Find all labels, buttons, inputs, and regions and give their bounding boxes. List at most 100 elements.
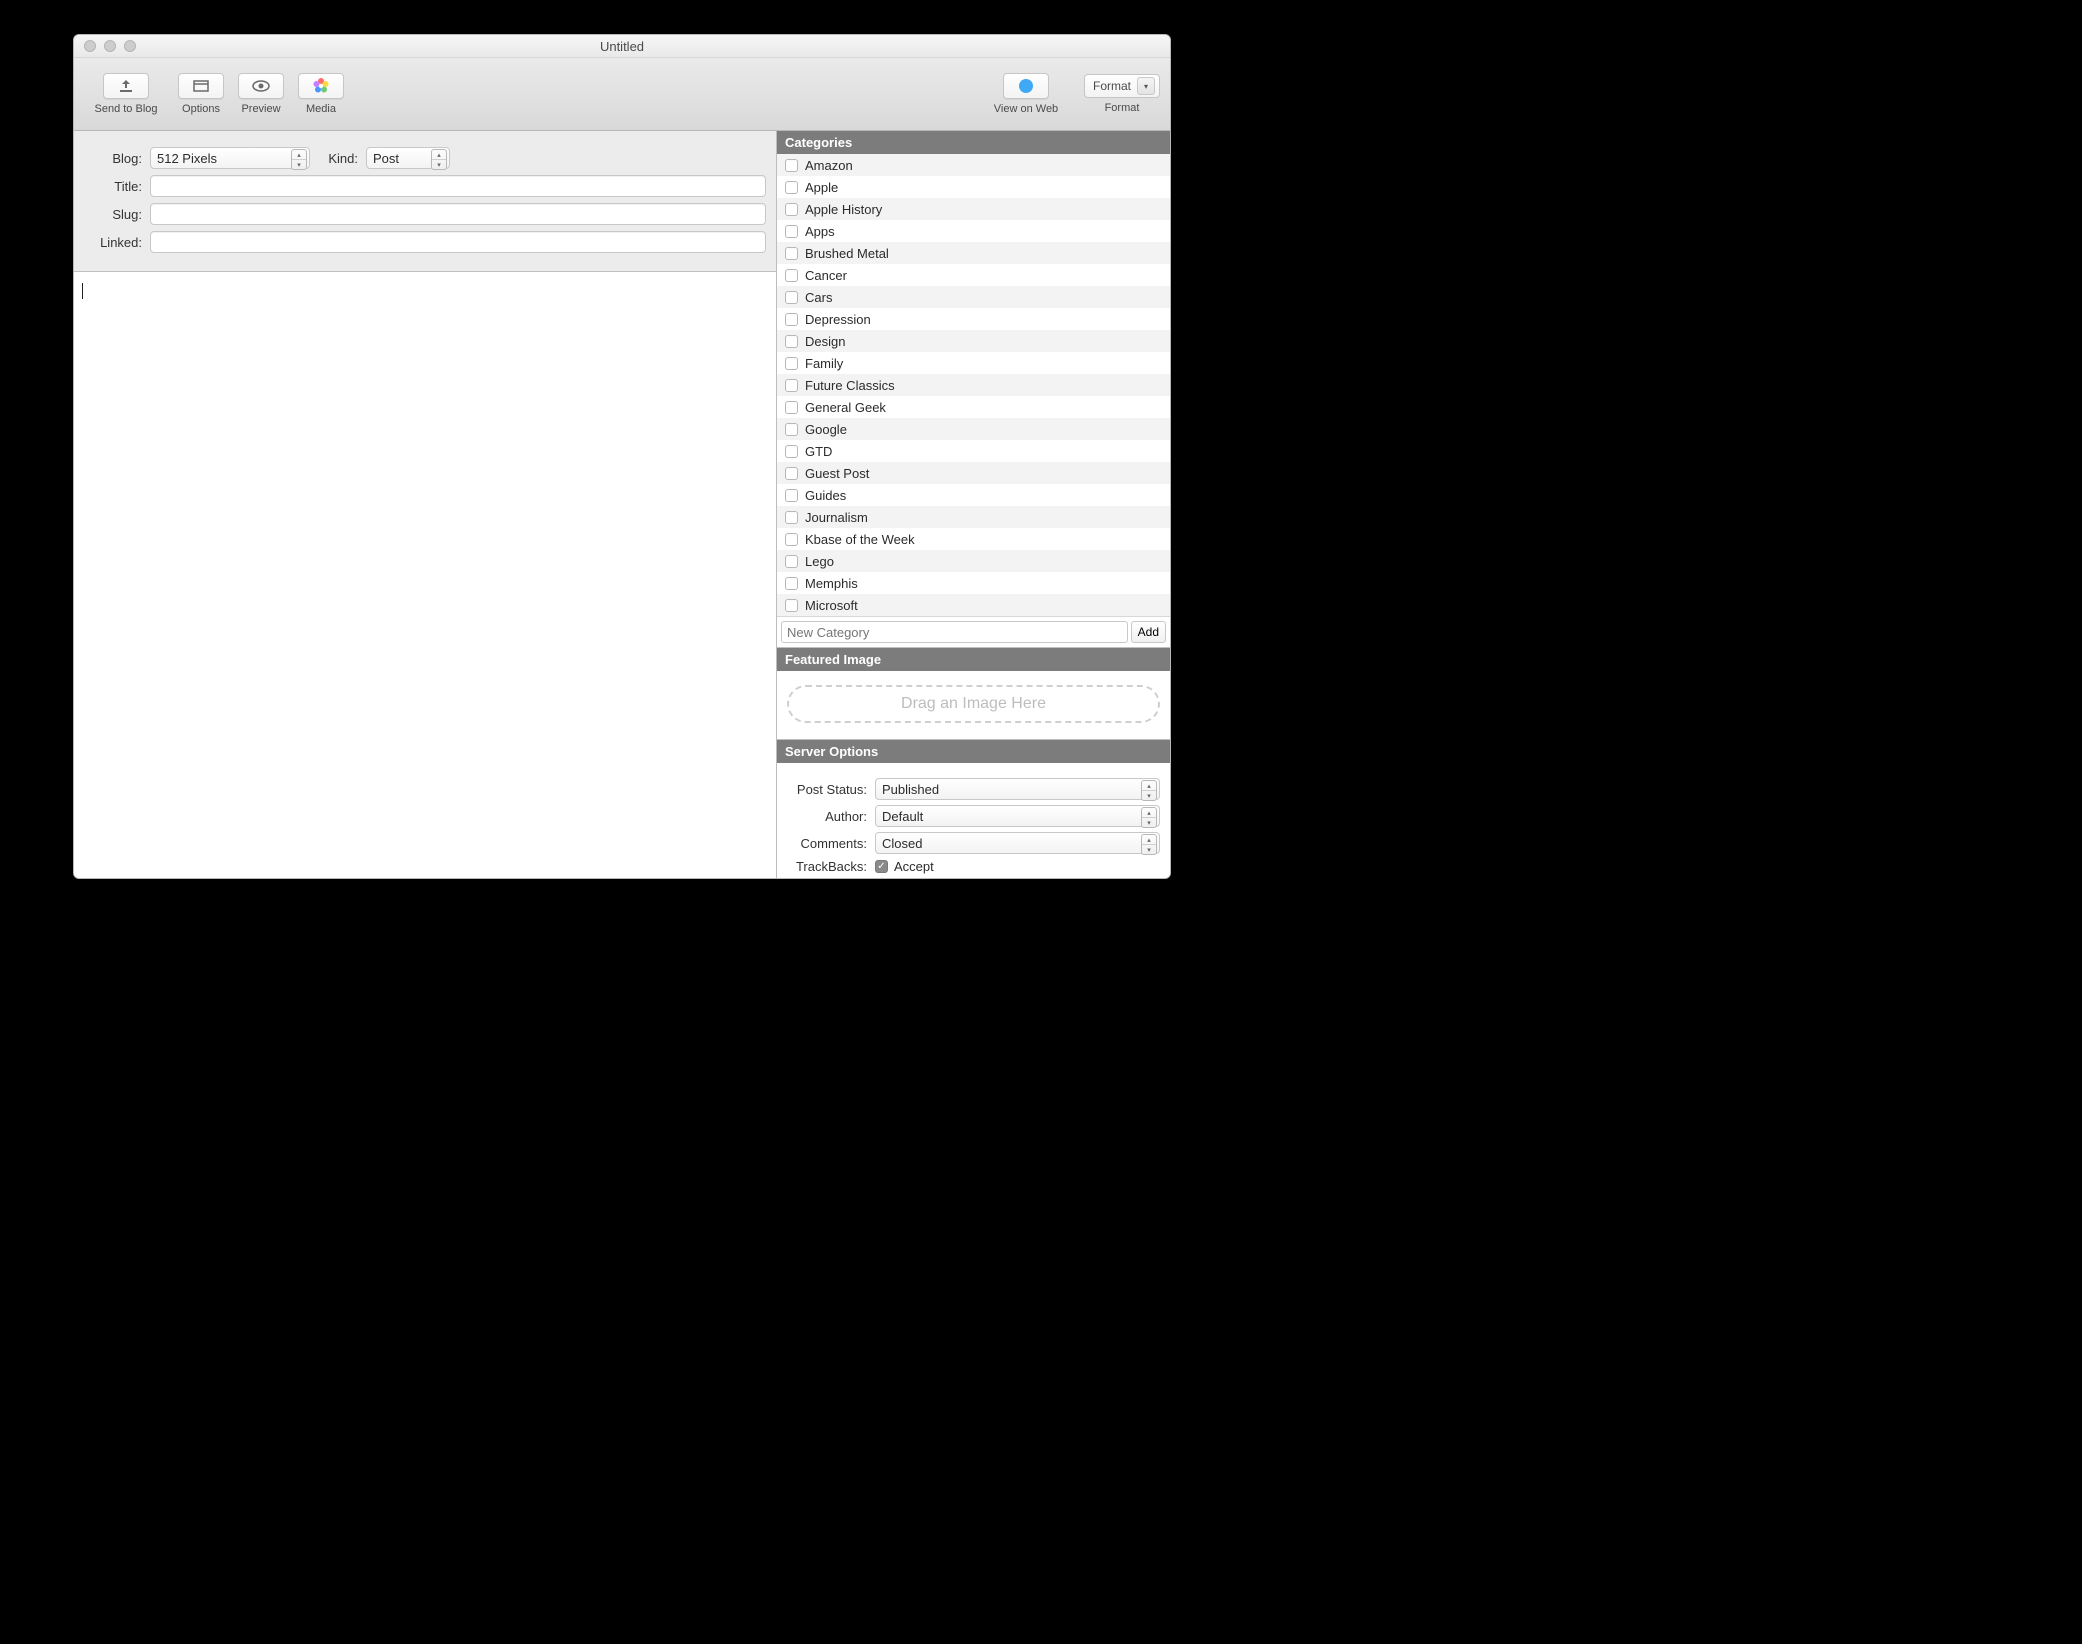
category-row[interactable]: Apple bbox=[777, 176, 1170, 198]
left-pane: Blog: 512 Pixels ▴▾ Kind: Post ▴▾ Title: bbox=[74, 131, 777, 879]
category-row[interactable]: Cars bbox=[777, 286, 1170, 308]
stepper-icon: ▴▾ bbox=[1141, 780, 1157, 801]
category-checkbox[interactable] bbox=[785, 423, 798, 436]
category-checkbox[interactable] bbox=[785, 225, 798, 238]
category-checkbox[interactable] bbox=[785, 379, 798, 392]
category-label: Depression bbox=[805, 312, 871, 327]
panel-icon bbox=[192, 79, 210, 93]
category-checkbox[interactable] bbox=[785, 489, 798, 502]
category-row[interactable]: Kbase of the Week bbox=[777, 528, 1170, 550]
category-row[interactable]: GTD bbox=[777, 440, 1170, 462]
titlebar: Untitled bbox=[74, 35, 1170, 58]
media-button[interactable] bbox=[298, 73, 344, 99]
post-form: Blog: 512 Pixels ▴▾ Kind: Post ▴▾ Title: bbox=[74, 131, 776, 272]
send-to-blog-button[interactable] bbox=[103, 73, 149, 99]
category-label: Future Classics bbox=[805, 378, 895, 393]
category-checkbox[interactable] bbox=[785, 313, 798, 326]
kind-select[interactable]: Post ▴▾ bbox=[366, 147, 450, 169]
author-label: Author: bbox=[787, 809, 867, 824]
category-checkbox[interactable] bbox=[785, 181, 798, 194]
editor-area[interactable] bbox=[74, 272, 776, 879]
app-window: Untitled Send to Blog bbox=[73, 34, 1171, 879]
toolbar-label: View on Web bbox=[994, 103, 1058, 115]
category-row[interactable]: Lego bbox=[777, 550, 1170, 572]
title-label: Title: bbox=[84, 179, 142, 194]
category-row[interactable]: Family bbox=[777, 352, 1170, 374]
category-label: Memphis bbox=[805, 576, 858, 591]
category-checkbox[interactable] bbox=[785, 247, 798, 260]
new-category-input[interactable] bbox=[781, 621, 1128, 643]
category-label: Cancer bbox=[805, 268, 847, 283]
window-title: Untitled bbox=[74, 39, 1170, 54]
author-select[interactable]: Default ▴▾ bbox=[875, 805, 1160, 827]
category-checkbox[interactable] bbox=[785, 555, 798, 568]
category-checkbox[interactable] bbox=[785, 533, 798, 546]
author-value: Default bbox=[882, 809, 923, 824]
toolbar-label: Format bbox=[1105, 102, 1140, 114]
eye-icon bbox=[251, 79, 271, 93]
category-checkbox[interactable] bbox=[785, 269, 798, 282]
options-button[interactable] bbox=[178, 73, 224, 99]
category-list: AmazonApple Apple History AppsBrushed Meta… bbox=[777, 154, 1170, 616]
add-category-button[interactable]: Add bbox=[1131, 621, 1166, 643]
category-row[interactable]: Cancer bbox=[777, 264, 1170, 286]
featured-image-dropzone[interactable]: Drag an Image Here bbox=[787, 685, 1160, 723]
category-checkbox[interactable] bbox=[785, 159, 798, 172]
category-label: Journalism bbox=[805, 510, 868, 525]
category-checkbox[interactable] bbox=[785, 291, 798, 304]
category-row[interactable]: Depression bbox=[777, 308, 1170, 330]
blog-select[interactable]: 512 Pixels ▴▾ bbox=[150, 147, 310, 169]
blog-label: Blog: bbox=[84, 151, 142, 166]
comments-select[interactable]: Closed ▴▾ bbox=[875, 832, 1160, 854]
linked-input[interactable] bbox=[150, 231, 766, 253]
category-checkbox[interactable] bbox=[785, 511, 798, 524]
category-label: Apple History bbox=[805, 202, 882, 217]
category-label: General Geek bbox=[805, 400, 886, 415]
category-label: Lego bbox=[805, 554, 834, 569]
format-dropdown-label: Format bbox=[1093, 79, 1131, 93]
preview-button[interactable] bbox=[238, 73, 284, 99]
category-row[interactable]: Memphis bbox=[777, 572, 1170, 594]
category-row[interactable]: General Geek bbox=[777, 396, 1170, 418]
category-label: Kbase of the Week bbox=[805, 532, 915, 547]
kind-select-value: Post bbox=[373, 151, 399, 166]
categories-header: Categories bbox=[777, 131, 1170, 154]
category-checkbox[interactable] bbox=[785, 335, 798, 348]
slug-input[interactable] bbox=[150, 203, 766, 225]
category-row[interactable]: Future Classics bbox=[777, 374, 1170, 396]
toolbar: Send to Blog Options bbox=[74, 58, 1170, 131]
stepper-icon: ▴▾ bbox=[1141, 834, 1157, 855]
category-row[interactable]: Brushed Metal bbox=[777, 242, 1170, 264]
featured-image-header: Featured Image bbox=[777, 648, 1170, 671]
category-checkbox[interactable] bbox=[785, 467, 798, 480]
category-row[interactable]: Microsoft bbox=[777, 594, 1170, 616]
category-checkbox[interactable] bbox=[785, 599, 798, 612]
post-status-select[interactable]: Published ▴▾ bbox=[875, 778, 1160, 800]
category-checkbox[interactable] bbox=[785, 401, 798, 414]
title-input[interactable] bbox=[150, 175, 766, 197]
category-row[interactable]: Amazon bbox=[777, 154, 1170, 176]
category-row[interactable]: Guides bbox=[777, 484, 1170, 506]
category-checkbox[interactable] bbox=[785, 357, 798, 370]
stepper-icon: ▴▾ bbox=[431, 149, 447, 170]
toolbar-label: Media bbox=[306, 103, 336, 115]
blog-select-value: 512 Pixels bbox=[157, 151, 217, 166]
category-checkbox[interactable] bbox=[785, 203, 798, 216]
category-row[interactable]: Apps bbox=[777, 220, 1170, 242]
format-dropdown[interactable]: Format ▾ bbox=[1084, 74, 1160, 98]
upload-icon bbox=[117, 79, 135, 93]
category-row[interactable]: Apple History bbox=[777, 198, 1170, 220]
category-label: Guides bbox=[805, 488, 846, 503]
category-row[interactable]: Google bbox=[777, 418, 1170, 440]
flower-icon bbox=[312, 77, 330, 95]
category-row[interactable]: Design bbox=[777, 330, 1170, 352]
stepper-icon: ▴▾ bbox=[291, 149, 307, 170]
toolbar-label: Preview bbox=[241, 103, 280, 115]
category-checkbox[interactable] bbox=[785, 577, 798, 590]
category-row[interactable]: Guest Post bbox=[777, 462, 1170, 484]
view-on-web-button[interactable] bbox=[1003, 73, 1049, 99]
server-options-header: Server Options bbox=[777, 740, 1170, 763]
category-row[interactable]: Journalism bbox=[777, 506, 1170, 528]
category-checkbox[interactable] bbox=[785, 445, 798, 458]
trackbacks-checkbox[interactable] bbox=[875, 860, 888, 873]
